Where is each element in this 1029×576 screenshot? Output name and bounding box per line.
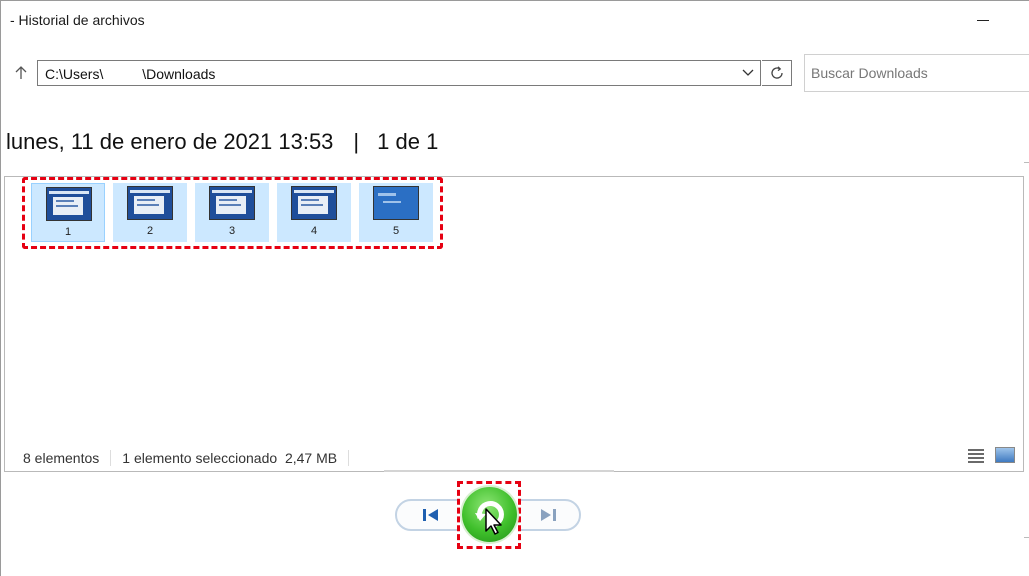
minimize-icon[interactable] xyxy=(968,6,998,34)
previous-version-icon[interactable] xyxy=(413,503,449,527)
edge-mark xyxy=(1024,537,1029,538)
item-count: 8 elementos xyxy=(23,450,100,466)
up-arrow-icon[interactable] xyxy=(12,62,30,84)
image-thumbnail xyxy=(127,186,173,220)
snapshot-header: lunes, 11 de enero de 2021 13:53 | 1 de 1 xyxy=(6,129,438,155)
thumbnail-item[interactable]: 1 xyxy=(31,183,105,242)
chevron-down-icon[interactable] xyxy=(740,64,756,82)
status-divider xyxy=(348,450,350,466)
view-switcher xyxy=(966,447,1015,463)
image-thumbnail xyxy=(373,186,419,220)
next-version-icon[interactable] xyxy=(530,503,566,527)
timeline-scrollbar[interactable] xyxy=(384,470,614,472)
image-thumbnail xyxy=(291,186,337,220)
window-title: - Historial de archivos xyxy=(10,12,145,28)
image-thumbnail xyxy=(46,187,92,221)
thumbnail-item[interactable]: 4 xyxy=(277,183,351,242)
edge-mark xyxy=(1024,162,1029,163)
status-divider xyxy=(110,450,112,466)
large-icons-view-icon[interactable] xyxy=(995,447,1015,463)
thumbnail-label: 3 xyxy=(228,225,236,237)
thumbnail-item[interactable]: 3 xyxy=(195,183,269,242)
thumbnail-label: 5 xyxy=(392,225,400,237)
thumbnail-item[interactable]: 5 xyxy=(359,183,433,242)
thumbnail-label: 1 xyxy=(64,226,72,238)
status-bar: 8 elementos 1 elemento seleccionado 2,47… xyxy=(23,450,360,466)
thumbnail-list: 1 2 3 4 5 xyxy=(31,183,433,242)
address-path: C:\Users\ \Downloads xyxy=(45,66,216,82)
file-list-panel: 1 2 3 4 5 8 elementos 1 elemento selecci… xyxy=(4,176,1024,472)
restore-icon[interactable] xyxy=(462,487,517,542)
thumbnail-label: 4 xyxy=(310,225,318,237)
thumbnail-label: 2 xyxy=(146,225,154,237)
refresh-icon[interactable] xyxy=(762,60,792,86)
image-thumbnail xyxy=(209,186,255,220)
details-view-icon[interactable] xyxy=(966,447,986,463)
snapshot-date: lunes, 11 de enero de 2021 13:53 xyxy=(6,129,334,154)
snapshot-position: 1 de 1 xyxy=(377,129,439,154)
snapshot-separator: | xyxy=(353,129,360,154)
selection-info: 1 elemento seleccionado 2,47 MB xyxy=(122,450,338,466)
address-bar[interactable]: C:\Users\ \Downloads xyxy=(37,60,761,86)
search-input[interactable] xyxy=(804,54,1029,92)
thumbnail-item[interactable]: 2 xyxy=(113,183,187,242)
